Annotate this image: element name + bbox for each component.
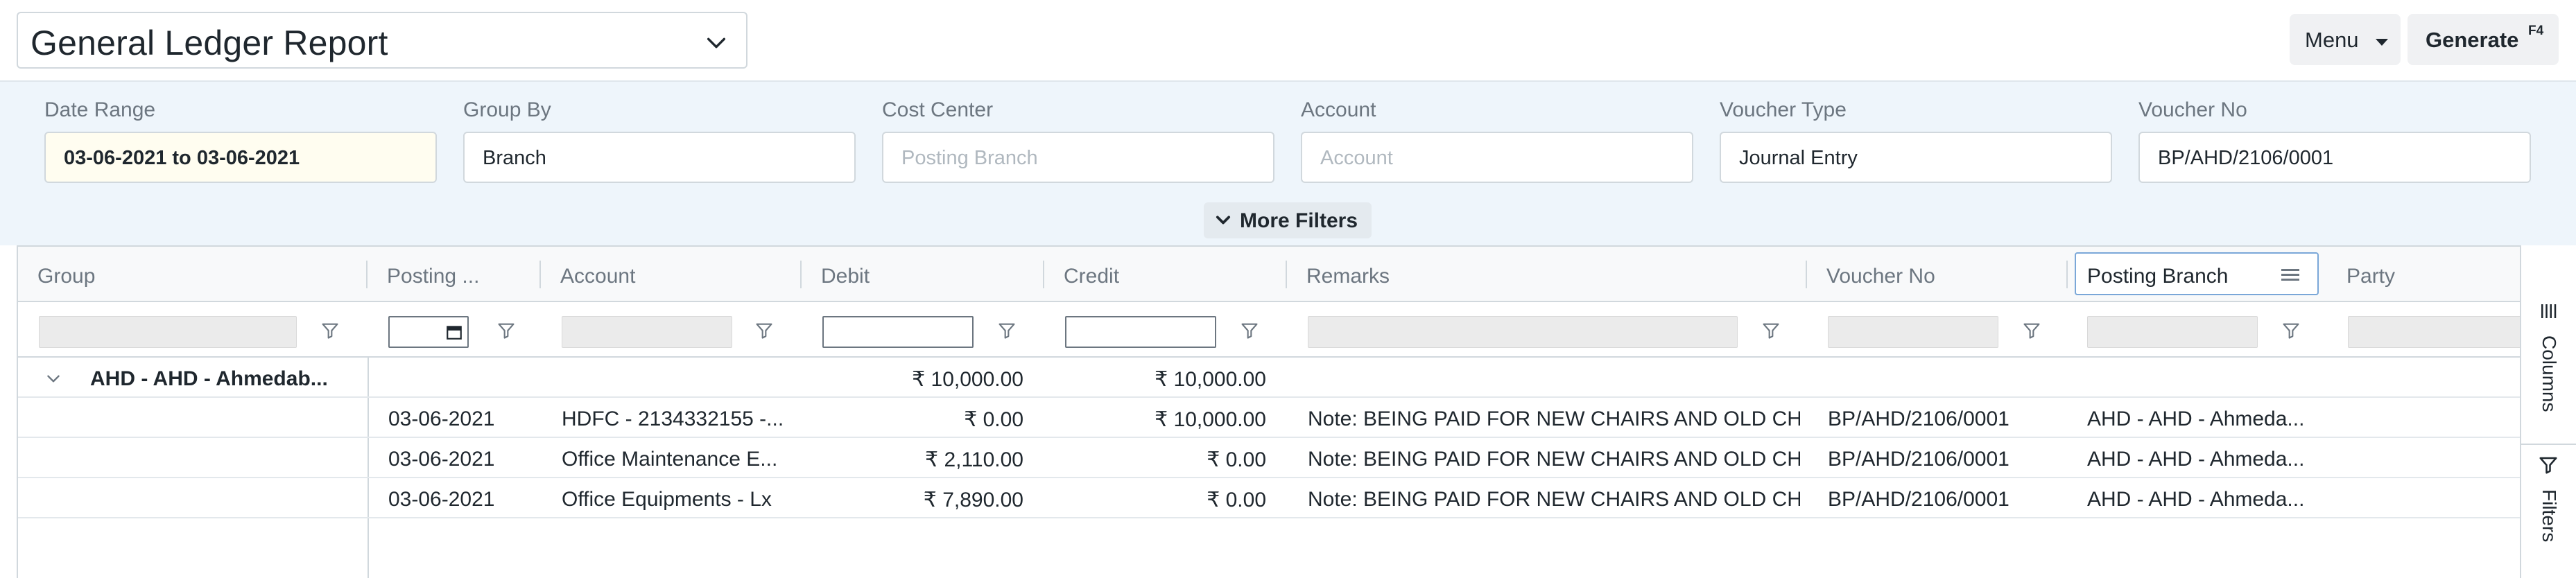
posting-branch-cell: AHD - AHD - Ahmeda...	[2087, 448, 2305, 471]
column-header-group[interactable]: Group	[18, 247, 368, 302]
filter-icon[interactable]	[997, 320, 1017, 341]
report-title: General Ledger Report	[31, 24, 388, 62]
remarks-cell: Note: BEING PAID FOR NEW CHAIRS AND OLD …	[1308, 488, 1800, 511]
voucher-no-cell: BP/AHD/2106/0001	[1828, 488, 2009, 511]
filters-tab[interactable]: Filters	[2521, 446, 2576, 578]
group-label: AHD - AHD - Ahmedab...	[90, 367, 328, 390]
table-row[interactable]: 03-06-2021 HDFC - 2134332155 -... ₹ 0.00…	[18, 398, 2521, 438]
columns-tab[interactable]: Columns	[2521, 292, 2576, 445]
group-filter-input[interactable]	[39, 316, 297, 348]
posting-date-cell: 03-06-2021	[388, 488, 495, 511]
posting-branch-cell: AHD - AHD - Ahmeda...	[2087, 488, 2305, 511]
filter-icon[interactable]	[1761, 320, 1781, 341]
debit-cell: ₹ 2,110.00	[925, 448, 1023, 471]
column-header-posting-branch-label: Posting Branch	[2087, 265, 2229, 288]
columns-icon	[2541, 304, 2557, 318]
filter-icon[interactable]	[320, 320, 340, 341]
date-range-input[interactable]: 03-06-2021 to 03-06-2021	[44, 132, 437, 183]
posting-date-cell: 03-06-2021	[388, 448, 495, 471]
party-filter-input[interactable]	[2348, 316, 2521, 348]
filter-icon[interactable]	[754, 320, 774, 341]
group-by-label: Group By	[463, 98, 551, 121]
filter-icon[interactable]	[1240, 320, 1259, 341]
cost-center-input[interactable]: Posting Branch	[882, 132, 1274, 183]
remarks-filter-input[interactable]	[1308, 316, 1738, 348]
credit-cell: ₹ 0.00	[1207, 448, 1266, 471]
generate-shortcut: F4	[2528, 24, 2544, 38]
ledger-grid: Group Posting ... Account Debit Credit R…	[17, 245, 2576, 578]
account-input[interactable]: Account	[1301, 132, 1693, 183]
account-cell: Office Maintenance E...	[562, 448, 778, 471]
column-menu-icon[interactable]	[2281, 269, 2299, 281]
posting-branch-cell: AHD - AHD - Ahmeda...	[2087, 408, 2305, 430]
caret-down-icon	[2376, 39, 2388, 46]
date-range-label: Date Range	[44, 98, 156, 121]
credit-cell: ₹ 0.00	[1207, 489, 1266, 511]
voucher-no-cell: BP/AHD/2106/0001	[1828, 408, 2009, 430]
more-filters-label: More Filters	[1240, 209, 1358, 232]
chevron-down-icon	[1216, 216, 1231, 225]
column-header-credit[interactable]: Credit	[1044, 247, 1287, 302]
table-row[interactable]: 03-06-2021 Office Equipments - Lx ₹ 7,89…	[18, 478, 2521, 518]
posting-date-filter-input[interactable]	[388, 316, 469, 348]
posting-date-cell: 03-06-2021	[388, 408, 495, 430]
credit-cell: ₹ 10,000.00	[1155, 408, 1266, 431]
column-header-posting-date[interactable]: Posting ...	[368, 247, 541, 302]
column-header-party[interactable]: Party	[2327, 247, 2521, 302]
report-selector[interactable]: General Ledger Report	[17, 12, 747, 69]
generate-button[interactable]: Generate F4	[2408, 14, 2559, 65]
debit-cell: ₹ 0.00	[964, 408, 1023, 431]
column-header-remarks[interactable]: Remarks	[1287, 247, 1807, 302]
filter-icon[interactable]	[2022, 320, 2041, 341]
chevron-down-icon	[707, 37, 726, 49]
group-by-select[interactable]: Branch	[463, 132, 856, 183]
column-header-account[interactable]: Account	[541, 247, 802, 302]
filter-icon	[2539, 457, 2557, 474]
filter-icon[interactable]	[496, 320, 516, 341]
chevron-down-icon[interactable]	[44, 370, 62, 388]
remarks-cell: Note: BEING PAID FOR NEW CHAIRS AND OLD …	[1308, 408, 1800, 430]
group-row[interactable]: AHD - AHD - Ahmedab... ₹ 10,000.00 ₹ 10,…	[18, 358, 2521, 398]
group-credit-total: ₹ 10,000.00	[1155, 368, 1266, 391]
account-label: Account	[1301, 98, 1376, 121]
voucher-no-filter-input[interactable]	[1828, 316, 1998, 348]
posting-branch-filter-input[interactable]	[2087, 316, 2258, 348]
column-header-voucher-no[interactable]: Voucher No	[1807, 247, 2068, 302]
group-debit-total: ₹ 10,000.00	[912, 368, 1023, 391]
voucher-no-label: Voucher No	[2138, 98, 2247, 121]
account-filter-input[interactable]	[562, 316, 732, 348]
voucher-no-cell: BP/AHD/2106/0001	[1828, 448, 2009, 471]
debit-filter-input[interactable]	[822, 316, 974, 348]
grid-header: Group Posting ... Account Debit Credit R…	[18, 245, 2521, 302]
more-filters-button[interactable]: More Filters	[1204, 202, 1372, 238]
calendar-icon	[447, 326, 462, 340]
column-header-posting-branch[interactable]: Posting Branch	[2075, 252, 2319, 295]
generate-label: Generate	[2426, 28, 2519, 52]
credit-filter-input[interactable]	[1065, 316, 1216, 348]
voucher-type-input[interactable]: Journal Entry	[1720, 132, 2112, 183]
filter-icon[interactable]	[2281, 320, 2301, 341]
account-cell: Office Equipments - Lx	[562, 488, 772, 511]
grid-side-panel: Columns Filters	[2520, 245, 2576, 578]
account-cell: HDFC - 2134332155 -...	[562, 408, 784, 430]
voucher-no-input[interactable]: BP/AHD/2106/0001	[2138, 132, 2531, 183]
menu-button[interactable]: Menu	[2290, 14, 2401, 65]
table-row[interactable]: 03-06-2021 Office Maintenance E... ₹ 2,1…	[18, 438, 2521, 478]
columns-tab-label: Columns	[2539, 335, 2560, 412]
top-bar: General Ledger Report Menu Generate F4	[0, 0, 2576, 80]
cost-center-label: Cost Center	[882, 98, 994, 121]
menu-label: Menu	[2305, 28, 2359, 52]
remarks-cell: Note: BEING PAID FOR NEW CHAIRS AND OLD …	[1308, 448, 1800, 471]
floating-filter-row	[18, 302, 2521, 358]
debit-cell: ₹ 7,890.00	[923, 489, 1023, 511]
column-header-debit[interactable]: Debit	[802, 247, 1044, 302]
filter-area: Date Range 03-06-2021 to 03-06-2021 Grou…	[0, 80, 2576, 245]
filters-tab-label: Filters	[2539, 489, 2560, 543]
voucher-type-label: Voucher Type	[1720, 98, 1847, 121]
